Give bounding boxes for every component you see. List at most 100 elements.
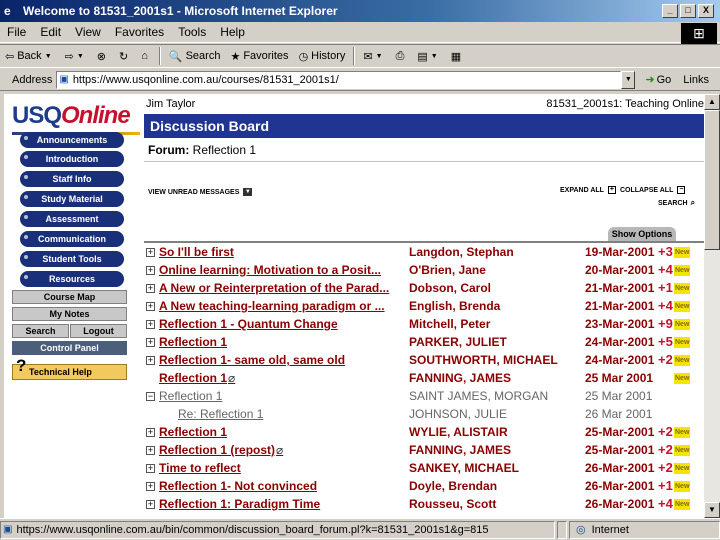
- thread-subject-link[interactable]: A New or Reinterpretation of the Parad..…: [159, 281, 389, 295]
- scroll-thumb[interactable]: [704, 110, 720, 250]
- thread-subject-link[interactable]: Reflection 1: [159, 335, 227, 349]
- menu-view[interactable]: View: [68, 25, 108, 39]
- thread-subject-link[interactable]: Re: Reflection 1: [178, 407, 263, 421]
- reply-count: +2: [658, 442, 673, 457]
- go-button[interactable]: ➜ Go: [645, 73, 671, 87]
- expand-icon[interactable]: +: [146, 248, 155, 257]
- address-url: https://www.usqonline.com.au/courses/815…: [72, 73, 339, 86]
- control-panel-button[interactable]: Control Panel: [12, 341, 127, 355]
- table-row: + Reflection 1 WYLIE, ALISTAIR 25-Mar-2001 +…: [144, 424, 704, 442]
- discuss-button[interactable]: ▦: [446, 50, 469, 63]
- nav-staff-info[interactable]: Staff Info: [20, 171, 124, 187]
- expand-icon[interactable]: +: [146, 356, 155, 365]
- thread-date: 23-Mar-2001: [585, 317, 655, 331]
- links-button[interactable]: Links: [683, 74, 709, 86]
- nav-announcements[interactable]: Announcements: [20, 132, 124, 148]
- expand-icon[interactable]: +: [146, 446, 155, 455]
- menu-favorites[interactable]: Favorites: [108, 25, 171, 39]
- menu-edit[interactable]: Edit: [33, 25, 68, 39]
- edit-button[interactable]: ▤ ▼: [412, 50, 445, 63]
- expand-icon[interactable]: +: [146, 464, 155, 473]
- thread-subject-link[interactable]: Reflection 1: Paradigm Time: [159, 497, 320, 511]
- thread-subject-link[interactable]: Reflection 1- Not convinced: [159, 479, 317, 493]
- divider: [144, 161, 704, 162]
- thread-author: JOHNSON, JULIE: [409, 407, 508, 421]
- menu-tools[interactable]: Tools: [171, 25, 213, 39]
- table-row: + Reflection 1 - Quantum Change Mitchell, …: [144, 316, 704, 334]
- refresh-button[interactable]: ↻: [114, 50, 136, 63]
- address-input[interactable]: ▣ https://www.usqonline.com.au/courses/8…: [56, 70, 622, 89]
- thread-subject-link[interactable]: Reflection 1 - Quantum Change: [159, 317, 338, 331]
- logout-button[interactable]: Logout: [70, 324, 127, 338]
- history-button[interactable]: ◷ History: [294, 50, 351, 63]
- nav-bullet-icon: [24, 215, 28, 219]
- thread-subject-link[interactable]: A New teaching-learning paradigm or ...: [159, 299, 385, 313]
- address-dropdown[interactable]: ▼: [621, 70, 636, 89]
- table-row: + A New or Reinterpretation of the Parad.…: [144, 280, 704, 298]
- collapse-icon[interactable]: −: [146, 392, 155, 401]
- usq-online-logo: USQOnline: [12, 102, 131, 129]
- maximize-button[interactable]: □: [680, 4, 696, 18]
- thread-subject-link[interactable]: Reflection 1⌀: [159, 371, 235, 385]
- collapse-all-link[interactable]: COLLAPSE ALL: [620, 187, 673, 194]
- show-options-tab[interactable]: Show Options: [608, 227, 676, 241]
- stop-button[interactable]: ⊗: [92, 50, 114, 63]
- expand-icon[interactable]: +: [146, 482, 155, 491]
- minimize-button[interactable]: _: [662, 4, 678, 18]
- nav-bullet-icon: [24, 235, 28, 239]
- nav-study-material[interactable]: Study Material: [20, 191, 124, 207]
- reply-count: +9: [658, 316, 673, 331]
- nav-communication[interactable]: Communication: [20, 231, 124, 247]
- scroll-up-button[interactable]: ▲: [704, 94, 720, 110]
- thread-subject-link[interactable]: Reflection 1- same old, same old: [159, 353, 345, 367]
- title-bar: e Welcome to 81531_2001s1 - Microsoft In…: [0, 0, 720, 22]
- expand-all-link[interactable]: EXPAND ALL: [560, 187, 604, 194]
- print-button[interactable]: ⎙: [391, 50, 413, 63]
- nav-introduction[interactable]: Introduction: [20, 151, 124, 167]
- course-map-button[interactable]: Course Map: [12, 290, 127, 304]
- thread-author: English, Brenda: [409, 299, 501, 313]
- toolbar-separator: [158, 47, 161, 65]
- thread-subject-link[interactable]: Reflection 1: [159, 389, 222, 403]
- forum-name: Reflection 1: [192, 143, 257, 157]
- thread-subject-link[interactable]: Reflection 1: [159, 425, 227, 439]
- expand-icon[interactable]: +: [146, 320, 155, 329]
- expand-icon[interactable]: +: [607, 186, 616, 194]
- scroll-down-button[interactable]: ▼: [704, 502, 720, 518]
- expand-icon[interactable]: +: [146, 284, 155, 293]
- forward-button[interactable]: ⇨ ▼: [60, 50, 92, 63]
- expand-icon[interactable]: +: [146, 302, 155, 311]
- thread-subject-link[interactable]: Reflection 1 (repost)⌀: [159, 443, 283, 457]
- vertical-scrollbar[interactable]: ▲ ▼: [704, 94, 720, 518]
- close-button[interactable]: X: [698, 4, 714, 18]
- thread-subject-link[interactable]: So I'll be first: [159, 245, 234, 259]
- collapse-icon[interactable]: −: [677, 186, 686, 194]
- nav-student-tools[interactable]: Student Tools: [20, 251, 124, 267]
- search-nav-button[interactable]: Search: [12, 324, 69, 338]
- menu-file[interactable]: File: [0, 25, 33, 39]
- expand-icon[interactable]: +: [146, 500, 155, 509]
- new-badge: New: [674, 445, 691, 456]
- thread-author: WYLIE, ALISTAIR: [409, 425, 508, 439]
- expand-icon[interactable]: +: [146, 338, 155, 347]
- back-button[interactable]: ⇦ Back ▼: [0, 50, 60, 63]
- search-link[interactable]: SEARCH ⌕: [658, 198, 695, 208]
- table-row: + Reflection 1 (repost)⌀ FANNING, JAMES 25-…: [144, 442, 704, 460]
- view-unread-dropdown[interactable]: VIEW UNREAD MESSAGES ▼: [148, 188, 253, 196]
- mail-button[interactable]: ✉ ▼: [358, 50, 390, 63]
- new-badge: New: [674, 427, 691, 438]
- search-button[interactable]: 🔍 Search: [164, 50, 226, 63]
- home-button[interactable]: ⌂: [136, 50, 156, 62]
- menu-help[interactable]: Help: [213, 25, 252, 39]
- thread-subject-link[interactable]: Time to reflect: [159, 461, 241, 475]
- nav-resources[interactable]: Resources: [20, 271, 124, 287]
- nav-assessment[interactable]: Assessment: [20, 211, 124, 227]
- expand-icon[interactable]: +: [146, 428, 155, 437]
- technical-help-button[interactable]: ? Technical Help: [12, 357, 127, 380]
- nav-bullet-icon: [24, 175, 28, 179]
- my-notes-button[interactable]: My Notes: [12, 307, 127, 321]
- windows-logo-icon: ⊞: [681, 23, 717, 44]
- expand-icon[interactable]: +: [146, 266, 155, 275]
- favorites-button[interactable]: ★ Favorites: [225, 50, 293, 63]
- thread-subject-link[interactable]: Online learning: Motivation to a Posit..…: [159, 263, 381, 277]
